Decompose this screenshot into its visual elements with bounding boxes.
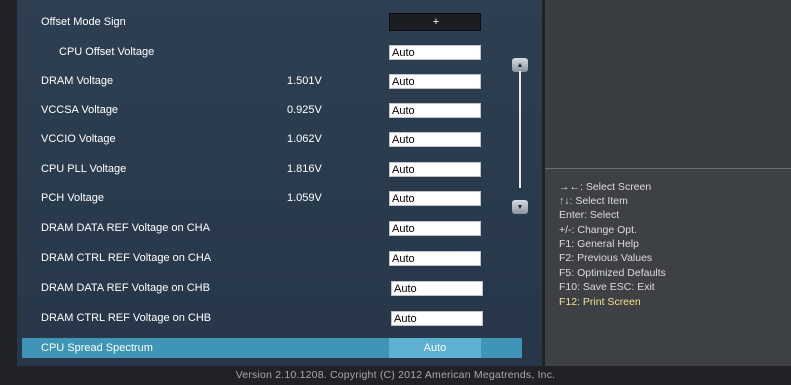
setting-label: Offset Mode Sign [41, 16, 126, 28]
setting-row-dram-data-ref-chb[interactable]: DRAM DATA REF Voltage on CHB Auto [17, 274, 537, 303]
setting-row-vccio-voltage[interactable]: VCCIO Voltage 1.062V Auto [17, 125, 537, 154]
setting-label: DRAM CTRL REF Voltage on CHA [41, 252, 212, 264]
current-value: 1.062V [287, 133, 322, 145]
setting-label: PCH Voltage [41, 192, 104, 204]
setting-label: DRAM CTRL REF Voltage on CHB [41, 312, 212, 324]
setting-label: DRAM Voltage [41, 75, 114, 87]
setting-value-field[interactable]: Auto [389, 338, 481, 358]
current-value: 1.816V [287, 163, 322, 175]
item-help-area [545, 0, 791, 169]
setting-row-vccsa-voltage[interactable]: VCCSA Voltage 0.925V Auto [17, 96, 537, 125]
help-select-item: ↑↓: Select Item [559, 195, 628, 207]
setting-value-field[interactable]: Auto [391, 311, 483, 326]
setting-value-field[interactable]: Auto [389, 74, 481, 89]
setting-value-field[interactable]: Auto [389, 191, 481, 206]
help-select-screen: →←: Select Screen [559, 181, 652, 193]
setting-row-cpu-offset-voltage[interactable]: CPU Offset Voltage Auto [17, 38, 537, 67]
setting-value-field[interactable]: Auto [389, 251, 481, 266]
setting-label: DRAM DATA REF Voltage on CHA [41, 222, 210, 234]
setting-row-dram-data-ref-cha[interactable]: DRAM DATA REF Voltage on CHA Auto [17, 214, 537, 243]
setting-value-field[interactable]: + [389, 13, 481, 31]
arrow-up-icon: ▲ [516, 61, 524, 69]
setting-value-field[interactable]: Auto [389, 103, 481, 118]
setting-value-field[interactable]: Auto [389, 132, 481, 147]
help-change-opt: +/-: Change Opt. [559, 224, 637, 236]
setting-label: VCCIO Voltage [41, 133, 116, 145]
help-save-exit: F10: Save ESC: Exit [559, 281, 655, 293]
help-optimized-defaults: F5: Optimized Defaults [559, 267, 666, 279]
setting-label: CPU PLL Voltage [41, 163, 127, 175]
scrollbar-track[interactable] [519, 71, 521, 188]
arrow-down-icon: ▼ [516, 203, 524, 211]
setting-row-dram-ctrl-ref-cha[interactable]: DRAM CTRL REF Voltage on CHA Auto [17, 244, 537, 273]
setting-label: CPU Spread Spectrum [41, 342, 153, 354]
setting-label: VCCSA Voltage [41, 104, 119, 116]
setting-value-field[interactable]: Auto [389, 45, 481, 60]
scroll-up-button[interactable]: ▲ [512, 58, 528, 72]
scroll-down-button[interactable]: ▼ [512, 200, 528, 214]
current-value: 0.925V [287, 104, 322, 116]
setting-label: CPU Offset Voltage [59, 46, 155, 58]
setting-row-dram-ctrl-ref-chb[interactable]: DRAM CTRL REF Voltage on CHB Auto [17, 304, 537, 333]
setting-row-offset-mode-sign[interactable]: Offset Mode Sign + [17, 8, 537, 37]
current-value: 1.501V [287, 75, 322, 87]
setting-row-pch-voltage[interactable]: PCH Voltage 1.059V Auto [17, 184, 537, 213]
setting-value-field[interactable]: Auto [389, 162, 481, 177]
setting-row-dram-voltage[interactable]: DRAM Voltage 1.501V Auto [17, 67, 537, 96]
help-general-help: F1: General Help [559, 238, 639, 250]
version-footer: Version 2.10.1208. Copyright (C) 2012 Am… [235, 369, 556, 381]
setting-value-field[interactable]: Auto [391, 281, 483, 296]
setting-label: DRAM DATA REF Voltage on CHB [41, 282, 210, 294]
help-print-screen: F12: Print Screen [559, 296, 641, 308]
help-previous-values: F2: Previous Values [559, 252, 653, 264]
current-value: 1.059V [287, 192, 322, 204]
setting-value-field[interactable]: Auto [389, 221, 481, 236]
help-enter-select: Enter: Select [559, 209, 620, 221]
setting-row-cpu-spread-spectrum[interactable]: CPU Spread Spectrum Auto [22, 338, 522, 358]
setting-row-cpu-pll-voltage[interactable]: CPU PLL Voltage 1.816V Auto [17, 155, 537, 184]
